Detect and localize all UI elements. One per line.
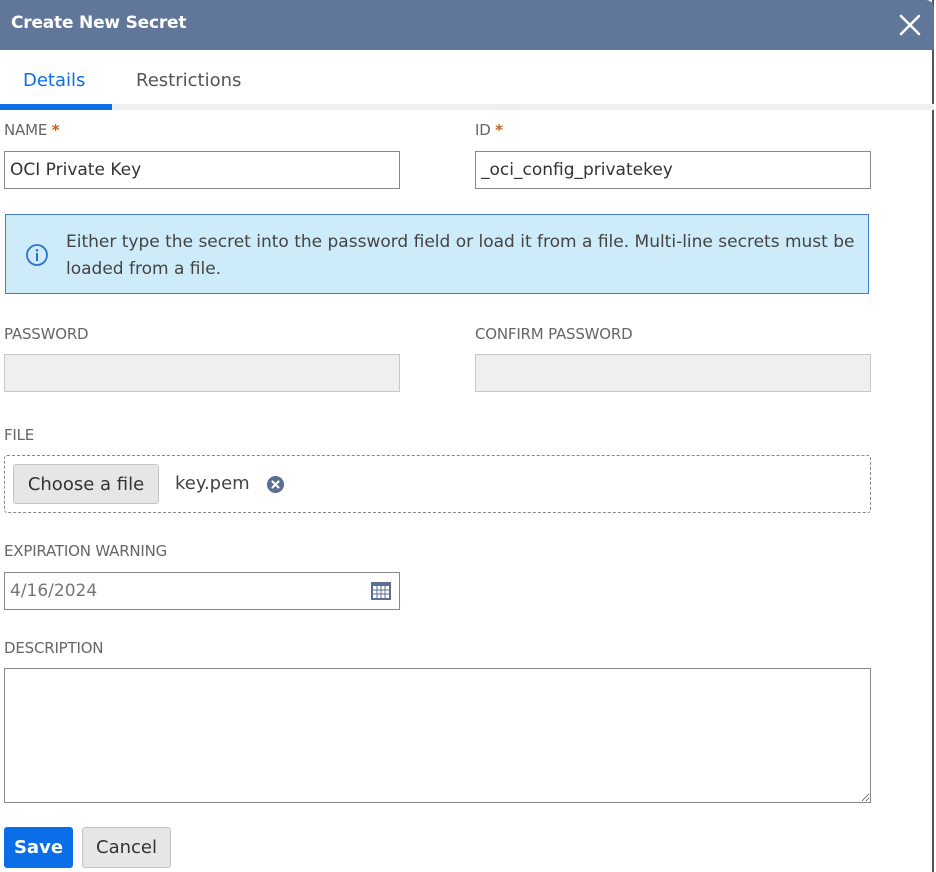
password-label: PASSWORD <box>4 325 89 343</box>
expiration-date-input[interactable] <box>4 572 400 610</box>
description-label: DESCRIPTION <box>4 639 104 657</box>
name-label-text: NAME <box>4 121 48 139</box>
name-label: NAME * <box>4 121 60 139</box>
create-secret-dialog: Create New Secret Details Restrictions N… <box>0 0 934 872</box>
confirm-password-input[interactable] <box>475 354 871 392</box>
tab-track <box>0 104 934 110</box>
expiration-label: EXPIRATION WARNING <box>4 542 168 560</box>
calendar-icon[interactable] <box>370 581 392 601</box>
id-label-text: ID <box>475 121 491 139</box>
file-label: FILE <box>4 426 35 444</box>
info-banner: Either type the secret into the password… <box>5 214 869 294</box>
required-marker: * <box>495 121 503 139</box>
confirm-password-label: CONFIRM PASSWORD <box>475 325 633 343</box>
tab-details[interactable]: Details <box>23 70 85 91</box>
id-input[interactable] <box>475 151 871 189</box>
dialog-titlebar: Create New Secret <box>0 0 934 50</box>
info-text: Either type the secret into the password… <box>66 232 855 279</box>
close-icon[interactable] <box>896 11 924 39</box>
id-label: ID * <box>475 121 503 139</box>
active-tab-indicator <box>0 104 112 110</box>
description-textarea[interactable] <box>4 668 871 803</box>
selected-filename: key.pem <box>175 473 250 494</box>
name-input[interactable] <box>4 151 400 189</box>
remove-file-icon[interactable] <box>266 475 285 494</box>
dialog-title: Create New Secret <box>11 13 187 33</box>
save-button[interactable]: Save <box>4 827 73 868</box>
tab-restrictions[interactable]: Restrictions <box>136 70 241 91</box>
required-marker: * <box>51 121 60 139</box>
info-icon <box>26 244 48 266</box>
tab-bar: Details Restrictions <box>0 50 934 110</box>
choose-file-button[interactable]: Choose a file <box>13 464 159 504</box>
file-dropzone[interactable]: Choose a file key.pem <box>4 455 871 513</box>
cancel-button[interactable]: Cancel <box>82 827 171 868</box>
password-input[interactable] <box>4 354 400 392</box>
